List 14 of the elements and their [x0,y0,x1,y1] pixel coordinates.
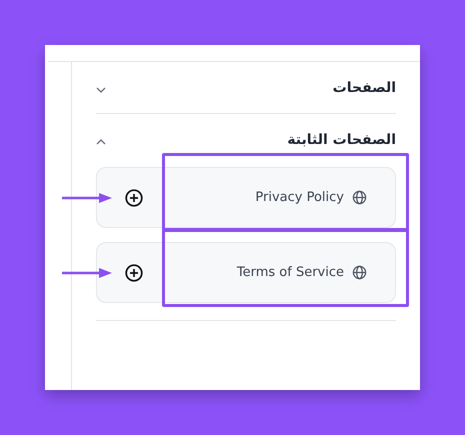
add-icon[interactable] [125,264,143,282]
page-item[interactable]: Terms of Service [96,242,396,303]
page-item[interactable]: Privacy Policy [96,167,396,228]
globe-icon [352,190,367,205]
chevron-up-icon[interactable] [96,139,106,145]
section-title: الصفحات الثابتة [287,132,396,148]
section-title: الصفحات [332,80,396,96]
add-icon[interactable] [125,188,143,206]
page-title: Terms of Service [236,265,344,280]
pointer-arrow [62,266,112,278]
page-title: Privacy Policy [255,190,344,205]
pointer-arrow [62,192,112,204]
globe-icon [352,265,367,280]
chevron-down-icon[interactable] [96,87,106,93]
